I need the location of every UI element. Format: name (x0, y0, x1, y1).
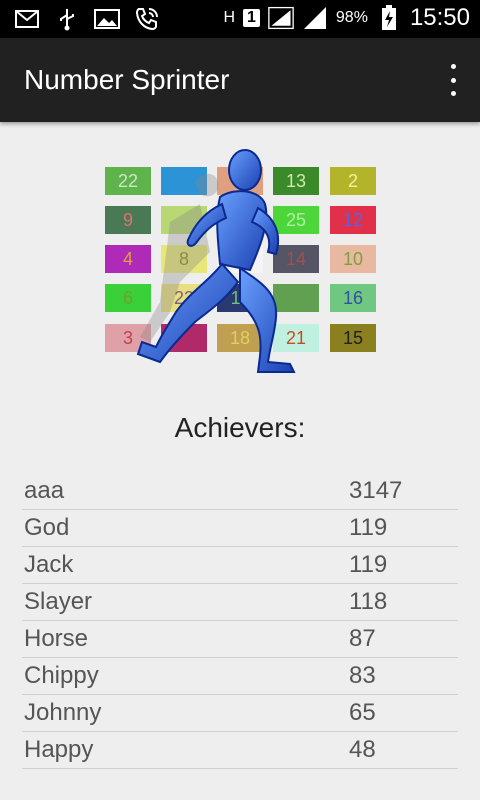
achiever-row[interactable]: Happy 48 (22, 732, 458, 769)
usb-icon (54, 6, 80, 32)
achiever-row[interactable]: Chippy 83 (22, 658, 458, 695)
achiever-name: aaa (24, 477, 65, 504)
achiever-row[interactable]: Johnny 65 (22, 695, 458, 732)
achiever-name: Jack (24, 551, 74, 578)
signal-icon-2 (302, 5, 328, 31)
achievers-list[interactable]: aaa 3147 God 119 Jack 119 Slayer 118 Horse 87 Chip… (22, 473, 458, 777)
achiever-name: Happy (24, 736, 94, 763)
achiever-name: Slayer (24, 588, 93, 615)
mail-icon (14, 6, 40, 32)
achiever-row[interactable]: J 47 (22, 769, 458, 777)
status-bar: H 1 98% 15:50 (0, 0, 480, 38)
achiever-score: 48 (349, 736, 376, 763)
achiever-name: God (24, 514, 70, 541)
achievers-heading: Achievers: (174, 412, 306, 443)
network-type: H (223, 9, 235, 26)
achiever-name: J (24, 773, 36, 777)
runner-icon (136, 149, 296, 373)
achiever-row[interactable]: Horse 87 (22, 621, 458, 658)
achiever-score: 3147 (349, 477, 403, 504)
battery-charging-icon (376, 5, 402, 31)
app-bar: Number Sprinter (0, 38, 480, 122)
achiever-name: Chippy (24, 662, 99, 689)
achiever-score: 118 (349, 588, 388, 615)
sim-badge: 1 (243, 9, 260, 27)
battery-percent: 98% (335, 9, 368, 26)
achiever-score: 47 (349, 773, 376, 777)
call-icon (134, 6, 160, 32)
app-title: Number Sprinter (24, 64, 230, 95)
achiever-name: Horse (24, 625, 89, 652)
image-icon (94, 6, 120, 32)
app-logo: 221329251248141062311163182115 (100, 142, 380, 382)
achiever-score: 87 (349, 625, 376, 652)
achiever-row[interactable]: Jack 119 (22, 547, 458, 584)
overflow-menu-icon[interactable] (444, 64, 462, 96)
clock: 15:50 (409, 4, 470, 31)
achiever-score: 119 (349, 551, 388, 578)
achiever-score: 119 (349, 514, 388, 541)
signal-icon (268, 5, 294, 31)
achiever-row[interactable]: God 119 (22, 510, 458, 547)
achiever-row[interactable]: aaa 3147 (22, 473, 458, 510)
achiever-row[interactable]: Slayer 118 (22, 584, 458, 621)
achiever-score: 83 (349, 662, 376, 689)
achiever-name: Johnny (24, 699, 102, 726)
achiever-score: 65 (349, 699, 376, 726)
